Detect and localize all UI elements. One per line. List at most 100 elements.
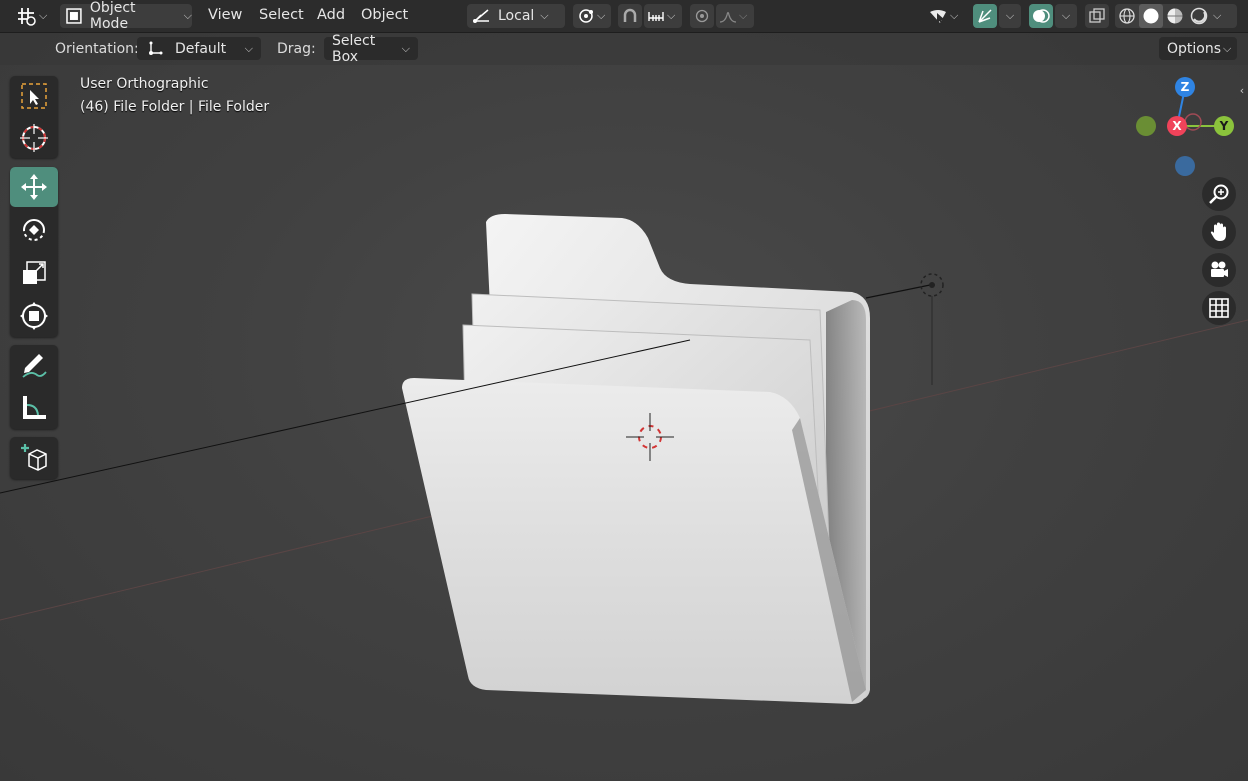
ortho-toggle-button[interactable] bbox=[1202, 291, 1236, 325]
gizmo-settings[interactable]: ⌵ bbox=[999, 4, 1021, 28]
object-info: (46) File Folder | File Folder bbox=[80, 99, 270, 115]
overlays-icon bbox=[1033, 9, 1050, 23]
camera-view-button[interactable] bbox=[1202, 253, 1236, 287]
grid-editor-icon bbox=[18, 8, 36, 26]
sidebar-toggle[interactable]: ‹ bbox=[1236, 82, 1248, 100]
snap-toggle[interactable] bbox=[618, 4, 642, 28]
chevron-down-icon: ⌵ bbox=[183, 9, 192, 22]
navigation-gizmo[interactable]: Z Y X bbox=[1130, 74, 1240, 184]
menu-select[interactable]: Select bbox=[259, 7, 304, 23]
material-shading-button[interactable] bbox=[1163, 4, 1187, 28]
orientation-value: Default bbox=[175, 40, 227, 57]
chevron-down-icon: ⌵ bbox=[1223, 41, 1232, 55]
gizmo-neg-y-axis[interactable] bbox=[1136, 116, 1156, 136]
scene bbox=[0, 214, 1248, 704]
proportional-edit-toggle[interactable] bbox=[690, 4, 714, 28]
transform-orientation-label: Local bbox=[498, 8, 535, 24]
xray-icon bbox=[1089, 8, 1105, 23]
chevron-down-icon: ⌵ bbox=[950, 9, 959, 22]
chevron-down-icon: ⌵ bbox=[540, 9, 549, 22]
menu-view[interactable]: View bbox=[208, 7, 242, 23]
gizmo-toggle[interactable] bbox=[973, 4, 997, 28]
object-mode-icon bbox=[66, 8, 82, 24]
visibility-selector[interactable]: ⌵ bbox=[924, 4, 966, 28]
camera-icon bbox=[1211, 261, 1228, 277]
annotate-tool[interactable] bbox=[10, 345, 58, 385]
gizmo-z-axis[interactable]: Z bbox=[1175, 77, 1195, 97]
zoom-icon bbox=[1209, 184, 1229, 204]
drag-dropdown[interactable]: Select Box ⌵ bbox=[324, 33, 418, 65]
chevron-down-icon: ⌵ bbox=[39, 9, 48, 22]
chevron-down-icon: ⌵ bbox=[1005, 9, 1015, 22]
chevron-down-icon: ⌵ bbox=[1061, 9, 1071, 22]
pivot-icon bbox=[579, 9, 593, 23]
rotate-icon bbox=[23, 219, 45, 241]
tool-settings-bar: Orientation: Default ⌵ Drag: Select Box … bbox=[0, 33, 1248, 65]
scale-icon bbox=[23, 261, 46, 284]
chevron-down-icon[interactable]: ⌵ bbox=[1213, 9, 1221, 23]
transform-orientation-selector[interactable]: Local ⌵ bbox=[467, 4, 565, 28]
chevron-down-icon: ⌵ bbox=[739, 9, 748, 22]
zoom-button[interactable] bbox=[1202, 177, 1236, 211]
3d-viewport[interactable]: User Orthographic (46) File Folder | Fil… bbox=[0, 0, 1248, 781]
drag-label: Drag: bbox=[277, 41, 316, 57]
chevron-down-icon: ⌵ bbox=[667, 9, 676, 22]
wireframe-shading-button[interactable] bbox=[1115, 4, 1139, 28]
falloff-selector[interactable]: ⌵ bbox=[716, 4, 754, 28]
solid-sphere-icon bbox=[1143, 8, 1159, 24]
transform-icon bbox=[20, 302, 48, 330]
move-icon bbox=[21, 174, 47, 200]
chevron-down-icon: ⌵ bbox=[401, 41, 410, 55]
pan-button[interactable] bbox=[1202, 215, 1236, 249]
mode-selector[interactable]: Object Mode ⌵ bbox=[60, 0, 192, 32]
wireframe-icon bbox=[1119, 8, 1135, 24]
orientation-axes-icon bbox=[149, 41, 163, 55]
view-name: User Orthographic bbox=[80, 76, 209, 92]
select-tool-group bbox=[10, 76, 58, 158]
options-dropdown[interactable]: Options ⌵ bbox=[1159, 37, 1237, 60]
measure-icon bbox=[23, 396, 46, 419]
gizmo-icon bbox=[978, 9, 992, 23]
annotate-icon bbox=[22, 354, 47, 378]
gizmo-x-label: X bbox=[1172, 119, 1182, 133]
mode-label: Object Mode bbox=[89, 0, 136, 32]
rendered-shading-button[interactable] bbox=[1187, 4, 1211, 28]
gizmo-y-axis[interactable]: Y bbox=[1214, 116, 1234, 136]
move-tool[interactable] bbox=[10, 167, 58, 207]
gizmo-y-label: Y bbox=[1219, 119, 1229, 133]
select-box-tool[interactable] bbox=[10, 76, 58, 116]
scale-tool[interactable] bbox=[10, 253, 58, 293]
shading-modes: ⌵ bbox=[1115, 4, 1237, 28]
pan-hand-icon bbox=[1210, 222, 1226, 241]
menu-add[interactable]: Add bbox=[317, 7, 345, 23]
transform-tool[interactable] bbox=[10, 296, 58, 336]
overlays-toggle[interactable] bbox=[1029, 4, 1053, 28]
solid-shading-button[interactable] bbox=[1139, 4, 1163, 28]
pivot-point-selector[interactable]: ⌵ bbox=[573, 4, 611, 28]
selectability-icon bbox=[930, 10, 946, 25]
orientation-dropdown[interactable]: Default ⌵ bbox=[137, 37, 261, 60]
magnet-icon bbox=[623, 8, 637, 22]
falloff-curve-icon bbox=[719, 11, 737, 23]
overlays-settings[interactable]: ⌵ bbox=[1055, 4, 1077, 28]
options-label: Options bbox=[1167, 40, 1222, 57]
snap-target-selector[interactable]: ⌵ bbox=[644, 4, 682, 28]
gizmo-z-label: Z bbox=[1180, 80, 1190, 94]
rotate-tool[interactable] bbox=[10, 210, 58, 250]
cursor-tool[interactable] bbox=[10, 118, 58, 158]
measure-tool[interactable] bbox=[10, 388, 58, 428]
grid-view-icon bbox=[1209, 298, 1229, 318]
xray-toggle[interactable] bbox=[1085, 4, 1109, 28]
cursor-icon bbox=[20, 124, 48, 152]
add-cube-tool[interactable] bbox=[10, 437, 58, 477]
material-sphere-icon bbox=[1167, 8, 1183, 24]
gizmo-x-axis[interactable]: X bbox=[1167, 116, 1187, 136]
transform-tool-group bbox=[10, 167, 58, 337]
gizmo-neg-z-axis[interactable] bbox=[1175, 156, 1195, 176]
add-cube-icon bbox=[21, 444, 47, 471]
chevron-down-icon: ⌵ bbox=[244, 41, 253, 55]
menu-object[interactable]: Object bbox=[361, 7, 408, 23]
annotate-tool-group bbox=[10, 345, 58, 429]
editor-type-selector[interactable]: ⌵ bbox=[14, 4, 52, 28]
add-tool-group bbox=[10, 437, 58, 479]
